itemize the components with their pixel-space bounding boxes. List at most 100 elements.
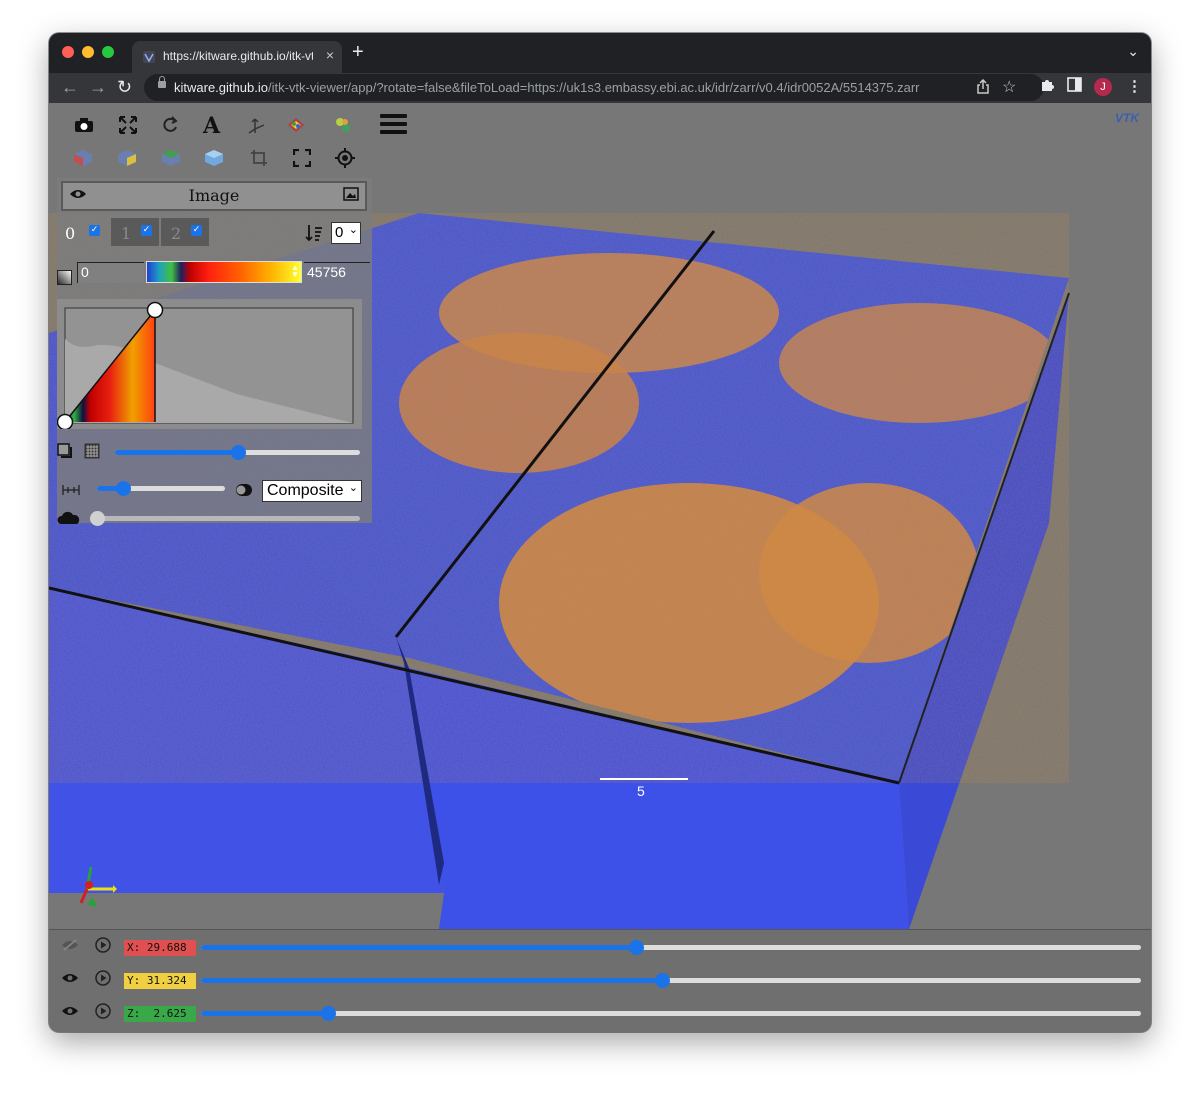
reload-icon[interactable]: ↻ [117,77,132,98]
hamburger-menu-icon[interactable] [380,113,407,135]
y-slice-slider-knob[interactable] [654,973,670,988]
blend-mode-select[interactable]: Composite ⌄ [262,480,362,502]
reset-camera-icon[interactable] [293,149,311,167]
blend-mode-value: Composite [267,482,344,499]
bookmark-star-icon[interactable]: ☆ [1002,77,1016,97]
profile-avatar[interactable]: J [1094,78,1112,96]
sample-distance-slider-knob[interactable] [115,481,131,496]
close-window-button[interactable] [62,46,74,58]
channel-0-toggle[interactable]: 0 ✓ [59,218,107,246]
transfer-function-editor[interactable] [57,299,362,429]
z-slice-play-icon[interactable] [95,1003,111,1019]
crop-icon[interactable] [250,149,268,167]
x-slice-visibility-hidden-eye-icon[interactable] [61,939,79,951]
image-panel-title: Image [188,186,240,205]
y-slice-slider[interactable] [201,973,1141,988]
channel-2-label: 2 [171,224,182,243]
colormap-gradient[interactable]: ▲ ▼ [146,261,302,283]
axes-icon[interactable] [247,115,267,135]
channel-0-checkbox[interactable]: ✓ [89,225,100,236]
browser-toolbar: ← → ↻ kitware.github.io/itk-vtk-viewer/a… [49,73,1151,103]
range-max-value: 45756 [307,264,346,280]
channel-1-toggle[interactable]: 1 ✓ [111,218,159,246]
z-slice-slider-fill [201,1011,328,1016]
channel-2-toggle[interactable]: 2 ✓ [161,218,209,246]
sort-components-icon[interactable] [305,224,323,242]
fullscreen-icon[interactable] [119,116,137,134]
x-slice-slider-knob[interactable] [629,940,645,955]
tab-bar: https://kitware.github.io/itk-vtk × + ⌄ [49,33,1151,73]
share-icon[interactable] [976,79,990,95]
colormap-preset-icon[interactable] [57,270,72,285]
y-slice-visibility-eye-icon[interactable] [61,972,79,984]
color-palette-icon[interactable] [287,117,305,133]
extensions-puzzle-icon[interactable] [1039,77,1055,93]
zoom-window-button[interactable] [102,46,114,58]
cloud-icon [57,511,80,524]
address-bar[interactable]: kitware.github.io/itk-vtk-viewer/app/?ro… [144,74,1044,101]
range-min-field[interactable]: 0 [77,262,144,283]
vtk-logo-text: VTK [1115,111,1139,125]
component-select-value: 0 [335,224,344,241]
range-max-field[interactable]: 45756 [304,262,370,283]
shadow-slider[interactable] [90,511,360,526]
x-slice-play-icon[interactable] [95,937,111,953]
y-plane-view-icon[interactable] [117,149,137,167]
transfer-function-canvas[interactable] [57,299,362,429]
x-slice-slider[interactable] [201,940,1141,955]
tab-search-chevron-icon[interactable]: ⌄ [1127,43,1139,60]
gradient-opacity-icon[interactable] [84,443,100,459]
minimize-window-button[interactable] [82,46,94,58]
sidebar-toggle-icon[interactable] [1067,77,1082,92]
z-plane-view-icon[interactable] [161,149,181,167]
orientation-axes-widget[interactable] [67,865,117,909]
scale-bar [600,778,688,780]
channel-1-checkbox[interactable]: ✓ [141,225,152,236]
z-slice-slider-knob[interactable] [320,1006,336,1021]
colormap-spinner-icon[interactable]: ▲ ▼ [291,264,299,279]
y-slice-slider-fill [201,978,662,983]
component-select[interactable]: 0 ⌄ [331,222,361,244]
image-panel: Image 0 ✓ 1 ✓ 2 ✓ 0 ⌄ 0 ▲ ▼ 45756 Compos… [57,178,372,526]
back-arrow-icon[interactable]: ← [61,77,79,98]
opacity-point-low[interactable] [57,413,74,430]
render-viewport[interactable]: 5 VTK A Image 0 ✓ 1 ✓ 2 ✓ 0 ⌄ 0 ▲ ▼ 4575… [49,103,1151,929]
z-slice-visibility-eye-icon[interactable] [61,1005,79,1017]
rotate-icon[interactable] [161,116,179,134]
tab-close-icon[interactable]: × [326,47,334,63]
channel-0-label: 0 [65,224,76,243]
url-path: /itk-vtk-viewer/app/?rotate=false&fileTo… [267,80,920,95]
x-slice-coordinate: X: 29.688 [124,940,196,956]
vtk-logo: VTK [1115,109,1145,135]
forward-arrow-icon[interactable]: → [89,77,107,98]
z-slice-coordinate: Z: 2.625 [124,1006,196,1022]
gradient-opacity-slider[interactable] [115,445,360,460]
sample-distance-icon [62,485,80,495]
shadow-slider-knob[interactable] [90,511,105,526]
browser-menu-icon[interactable]: ⋮ [1127,77,1142,95]
shadow-toggle-icon[interactable] [57,443,73,459]
x-plane-view-icon[interactable] [73,149,93,167]
browser-tab[interactable]: https://kitware.github.io/itk-vtk × [132,41,342,73]
channel-2-checkbox[interactable]: ✓ [191,225,202,236]
sample-distance-slider[interactable] [97,481,225,496]
layers-icon[interactable] [335,117,351,133]
gradient-opacity-slider-fill [115,450,238,455]
range-min-value: 0 [81,264,89,280]
z-slice-slider[interactable] [201,1006,1141,1021]
image-panel-header[interactable]: Image [61,181,367,211]
annotations-text-icon[interactable]: A [203,113,220,139]
gradient-opacity-slider-knob[interactable] [230,445,246,460]
volume-view-icon[interactable] [204,149,224,167]
new-tab-button[interactable]: + [352,41,364,64]
opacity-point-high[interactable] [146,301,164,319]
lock-icon [158,76,166,88]
tab-title: https://kitware.github.io/itk-vtk [163,49,313,63]
y-slice-play-icon[interactable] [95,970,111,986]
blend-mode-icon [236,484,252,496]
vtk-favicon-icon [143,51,155,63]
screenshot-camera-icon[interactable] [74,117,94,133]
browser-window: https://kitware.github.io/itk-vtk × + ⌄ … [49,33,1151,1032]
image-picture-icon[interactable] [343,187,359,201]
interpolation-target-icon[interactable] [335,148,355,168]
